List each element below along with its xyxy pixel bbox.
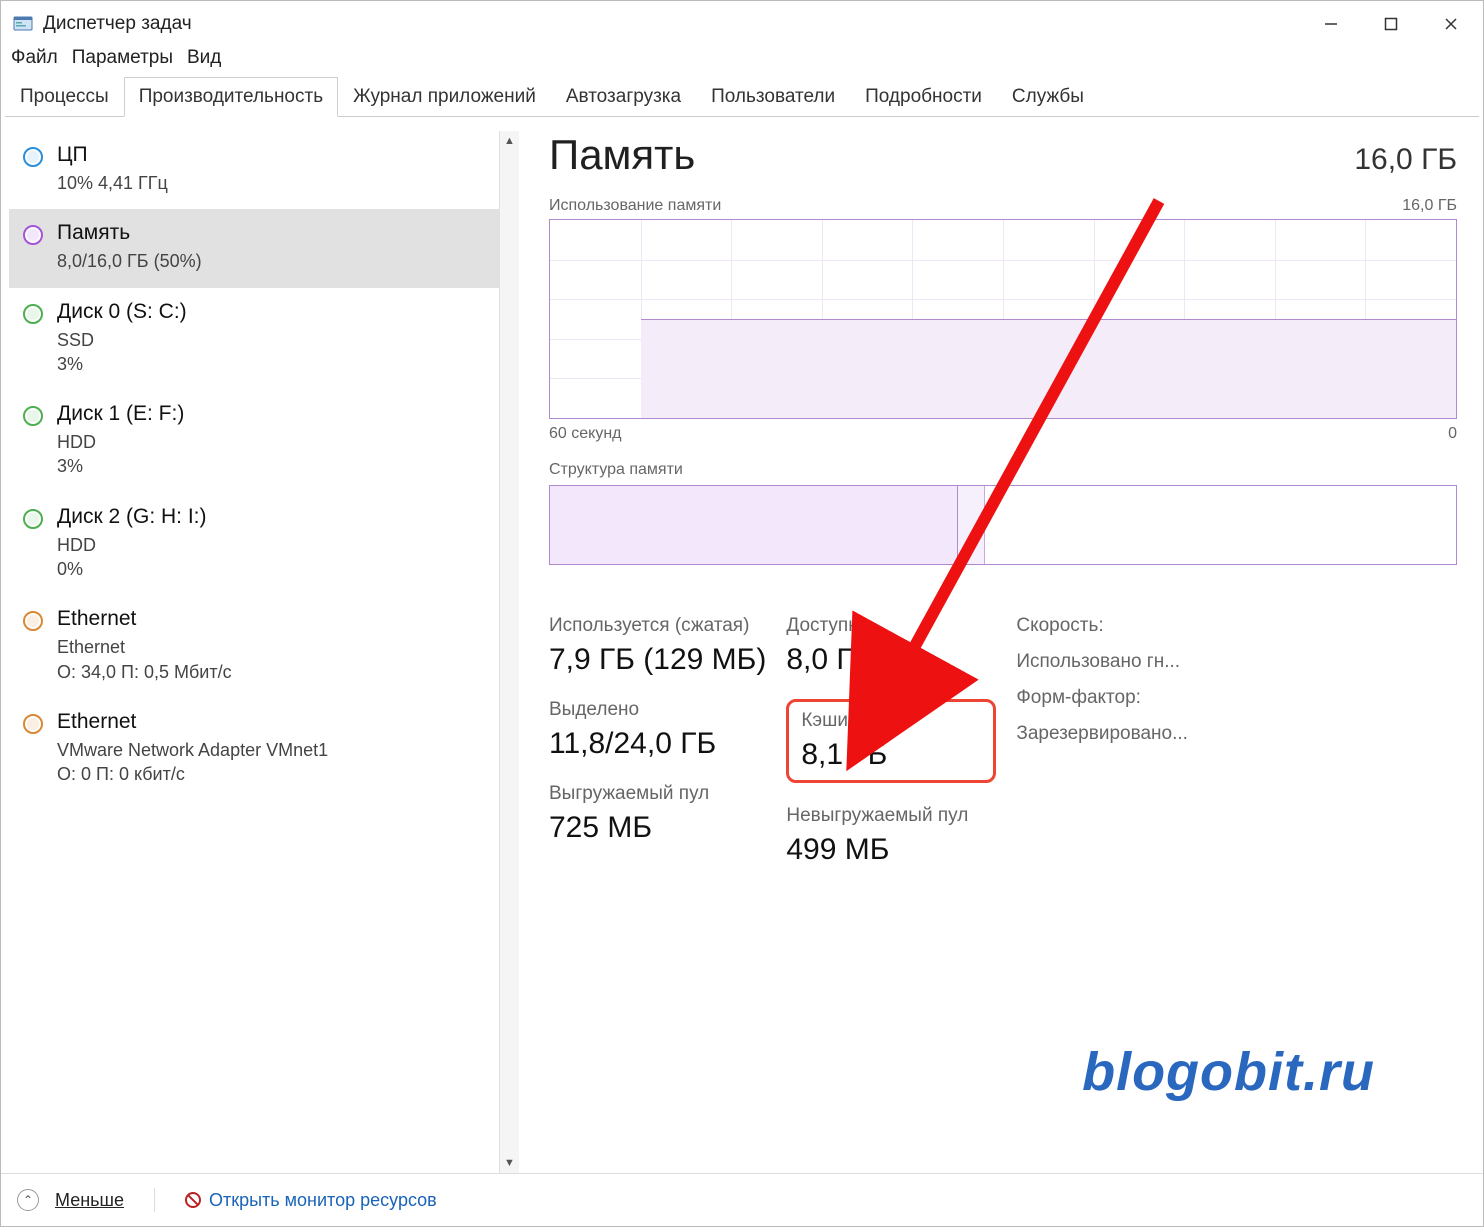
usage-chart-label: Использование памяти <box>549 197 721 215</box>
sidebar-item-subtitle: 8,0/16,0 ГБ (50%) <box>57 249 202 273</box>
sidebar-item-subtitle: 10% 4,41 ГГц <box>57 171 168 195</box>
sidebar-item-0[interactable]: ЦП 10% 4,41 ГГц <box>9 131 499 209</box>
sidebar-item-subtitle: SSD3% <box>57 328 187 377</box>
performance-sidebar: ЦП 10% 4,41 ГГц Память 8,0/16,0 ГБ (50%) Дис… <box>9 131 519 1173</box>
indicator-icon <box>23 611 43 631</box>
sidebar-item-4[interactable]: Диск 2 (G: H: I:) HDD0% <box>9 493 499 596</box>
sidebar-item-5[interactable]: Ethernet EthernetО: 34,0 П: 0,5 Мбит/с <box>9 595 499 698</box>
sidebar-item-title: ЦП <box>57 143 168 167</box>
indicator-icon <box>23 406 43 426</box>
in-use-value: 7,9 ГБ (129 МБ) <box>549 643 766 677</box>
cached-highlight: Кэшировано 8,1 ГБ <box>786 699 996 783</box>
memory-usage-chart[interactable] <box>549 219 1457 419</box>
open-resource-monitor-label: Открыть монитор ресурсов <box>209 1190 437 1211</box>
in-use-label: Используется (сжатая) <box>549 615 766 637</box>
resource-monitor-icon <box>185 1192 201 1208</box>
committed-value: 11,8/24,0 ГБ <box>549 727 766 761</box>
nonpaged-value: 499 МБ <box>786 833 996 867</box>
menu-view[interactable]: Вид <box>187 47 221 69</box>
footer-divider <box>154 1188 155 1212</box>
cached-label: Кэшировано <box>801 710 981 732</box>
composition-label: Структура памяти <box>549 461 683 479</box>
sidebar-item-title: Ethernet <box>57 607 232 631</box>
content-area: ЦП 10% 4,41 ГГц Память 8,0/16,0 ГБ (50%) Дис… <box>1 117 1483 1173</box>
usage-chart-max: 16,0 ГБ <box>1402 197 1457 215</box>
speed-label: Скорость: <box>1016 615 1226 637</box>
tab-users[interactable]: Пользователи <box>696 77 850 117</box>
sidebar-item-3[interactable]: Диск 1 (E: F:) HDD3% <box>9 390 499 493</box>
sidebar-item-subtitle: VMware Network Adapter VMnet1О: 0 П: 0 к… <box>57 738 328 787</box>
available-label: Доступно <box>786 615 996 637</box>
indicator-icon <box>23 147 43 167</box>
available-value: 8,0 ГБ <box>786 643 996 677</box>
sidebar-item-subtitle: EthernetО: 34,0 П: 0,5 Мбит/с <box>57 635 232 684</box>
paged-label: Выгружаемый пул <box>549 783 766 805</box>
sidebar-item-subtitle: HDD0% <box>57 533 206 582</box>
window-controls <box>1301 6 1481 42</box>
composition-modified <box>958 486 985 564</box>
fewer-details-button[interactable]: Меньше <box>55 1190 124 1211</box>
scroll-up-icon[interactable]: ▲ <box>500 131 519 151</box>
tabs: Процессы Производительность Журнал прило… <box>5 77 1479 117</box>
paged-value: 725 МБ <box>549 811 766 845</box>
form-factor-label: Форм-фактор: <box>1016 687 1226 709</box>
close-button[interactable] <box>1421 6 1481 42</box>
sidebar-item-title: Память <box>57 221 202 245</box>
scroll-down-icon[interactable]: ▼ <box>500 1153 519 1173</box>
slots-label: Использовано гн... <box>1016 651 1226 673</box>
sidebar-item-title: Ethernet <box>57 710 328 734</box>
tab-startup[interactable]: Автозагрузка <box>551 77 696 117</box>
menubar: Файл Параметры Вид <box>1 47 1483 77</box>
sidebar-item-subtitle: HDD3% <box>57 430 184 479</box>
tab-services[interactable]: Службы <box>997 77 1099 117</box>
page-title: Память <box>549 131 695 179</box>
committed-label: Выделено <box>549 699 766 721</box>
open-resource-monitor-link[interactable]: Открыть монитор ресурсов <box>185 1190 437 1211</box>
tab-app-history[interactable]: Журнал приложений <box>338 77 551 117</box>
sidebar-item-1[interactable]: Память 8,0/16,0 ГБ (50%) <box>9 209 499 287</box>
sidebar-scrollbar[interactable]: ▲ ▼ <box>499 131 519 1173</box>
nonpaged-label: Невыгружаемый пул <box>786 805 996 827</box>
tab-details[interactable]: Подробности <box>850 77 997 117</box>
composition-inuse <box>550 486 958 564</box>
tab-processes[interactable]: Процессы <box>5 77 124 117</box>
memory-composition-chart[interactable] <box>549 485 1457 565</box>
menu-file[interactable]: Файл <box>11 47 58 69</box>
titlebar[interactable]: Диспетчер задач <box>1 1 1483 47</box>
indicator-icon <box>23 304 43 324</box>
xaxis-right: 0 <box>1448 425 1457 443</box>
app-icon <box>13 14 33 34</box>
main-panel: Память 16,0 ГБ Использование памяти 16,0… <box>519 131 1475 1173</box>
indicator-icon <box>23 714 43 734</box>
maximize-button[interactable] <box>1361 6 1421 42</box>
reserved-label: Зарезервировано... <box>1016 723 1226 745</box>
indicator-icon <box>23 225 43 245</box>
xaxis-left: 60 секунд <box>549 425 622 443</box>
footer: ⌃ Меньше Открыть монитор ресурсов <box>1 1173 1483 1226</box>
memory-stats: Используется (сжатая) 7,9 ГБ (129 МБ) Вы… <box>549 615 1457 889</box>
collapse-icon[interactable]: ⌃ <box>17 1189 39 1211</box>
tab-performance[interactable]: Производительность <box>124 77 338 117</box>
window-title: Диспетчер задач <box>43 13 1301 35</box>
sidebar-item-title: Диск 2 (G: H: I:) <box>57 505 206 529</box>
sidebar-item-2[interactable]: Диск 0 (S: C:) SSD3% <box>9 288 499 391</box>
sidebar-item-title: Диск 1 (E: F:) <box>57 402 184 426</box>
minimize-button[interactable] <box>1301 6 1361 42</box>
indicator-icon <box>23 509 43 529</box>
cached-value: 8,1 ГБ <box>801 738 981 772</box>
sidebar-item-6[interactable]: Ethernet VMware Network Adapter VMnet1О: … <box>9 698 499 801</box>
task-manager-window: Диспетчер задач Файл Параметры Вид Проце… <box>0 0 1484 1227</box>
menu-options[interactable]: Параметры <box>72 47 173 69</box>
sidebar-item-title: Диск 0 (S: C:) <box>57 300 187 324</box>
composition-standby <box>985 486 1456 564</box>
memory-total: 16,0 ГБ <box>1354 143 1457 177</box>
watermark-text: blogobit.ru <box>1082 1041 1375 1103</box>
